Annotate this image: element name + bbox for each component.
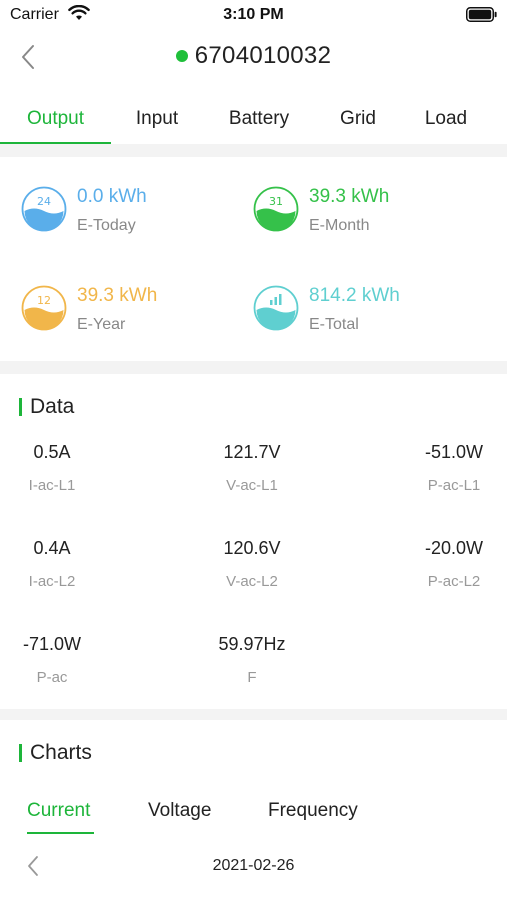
data-label: I-ac-L2 [28, 573, 76, 590]
calendar-month-icon: 31 [253, 186, 299, 232]
chart-tab-voltage[interactable]: Voltage [148, 800, 211, 822]
calendar-year-icon: 12 [21, 285, 67, 331]
data-cell-frequency: 59.97Hz F [197, 634, 307, 686]
active-chart-tab-indicator [27, 832, 94, 834]
section-accent-bar [19, 744, 22, 762]
svg-text:31: 31 [269, 195, 283, 208]
data-section-header: Data [19, 394, 74, 420]
charts-section-header: Charts [19, 740, 92, 766]
charts-section-title: Charts [30, 741, 92, 764]
data-cell-i-ac-l2: 0.4A I-ac-L2 [0, 538, 107, 590]
svg-text:24: 24 [37, 195, 51, 208]
data-value: -20.0W [424, 538, 484, 558]
tab-output[interactable]: Output [0, 96, 111, 144]
tab-load[interactable]: Load [404, 96, 488, 144]
energy-month-label: E-Month [309, 217, 370, 234]
online-status-dot [175, 50, 188, 62]
data-cell-i-ac-l1: 0.5A I-ac-L1 [0, 442, 107, 494]
energy-total: 814.2 kWh E-Total [253, 285, 473, 345]
energy-total-label: E-Total [309, 316, 359, 333]
section-divider [0, 144, 507, 157]
data-value: 120.6V [223, 538, 281, 558]
section-accent-bar [19, 398, 22, 416]
clock: 3:10 PM [223, 6, 284, 23]
data-cell-v-ac-l1: 121.7V V-ac-L1 [197, 442, 307, 494]
bar-chart-icon [253, 285, 299, 331]
data-value: 121.7V [223, 442, 281, 462]
data-label: V-ac-L2 [226, 573, 278, 590]
data-value: 0.5A [33, 442, 71, 462]
status-bar: Carrier 3:10 PM [0, 0, 507, 30]
energy-month: 31 39.3 kWh E-Month [253, 186, 473, 246]
chart-tab-frequency[interactable]: Frequency [268, 800, 358, 822]
section-divider [0, 709, 507, 720]
energy-month-value: 39.3 kWh [309, 186, 390, 207]
data-cell-p-ac-l1: -51.0W P-ac-L1 [399, 442, 507, 494]
energy-today-label: E-Today [77, 217, 136, 234]
chart-tab-current[interactable]: Current [27, 800, 90, 822]
battery-icon [466, 7, 497, 22]
tab-bar: Output Input Battery Grid Load [0, 96, 507, 144]
energy-today-value: 0.0 kWh [77, 186, 147, 207]
calendar-day-icon: 24 [21, 186, 67, 232]
energy-total-value: 814.2 kWh [309, 285, 400, 306]
energy-year: 12 39.3 kWh E-Year [21, 285, 241, 345]
section-divider [0, 361, 507, 374]
data-section-title: Data [30, 395, 75, 418]
data-cell-p-ac-l2: -20.0W P-ac-L2 [399, 538, 507, 590]
energy-year-value: 39.3 kWh [77, 285, 158, 306]
data-cell-p-ac: -71.0W P-ac [0, 634, 107, 686]
data-label: P-ac-L1 [427, 477, 481, 494]
data-label: V-ac-L1 [226, 477, 278, 494]
data-label: P-ac-L2 [427, 573, 481, 590]
device-title: 6704010032 [194, 42, 332, 69]
data-value: -51.0W [424, 442, 484, 462]
chart-date: 2021-02-26 [212, 857, 295, 874]
data-label: F [247, 669, 257, 686]
device-title-wrap: 6704010032 [0, 42, 507, 70]
data-label: P-ac [36, 669, 68, 686]
svg-text:12: 12 [37, 294, 51, 307]
header: 6704010032 [0, 30, 507, 86]
data-value: -71.0W [22, 634, 82, 654]
tab-grid[interactable]: Grid [318, 96, 398, 144]
energy-year-label: E-Year [77, 316, 126, 333]
data-cell-v-ac-l2: 120.6V V-ac-L2 [197, 538, 307, 590]
data-value: 0.4A [33, 538, 71, 558]
data-label: I-ac-L1 [28, 477, 76, 494]
tab-input[interactable]: Input [111, 96, 203, 144]
energy-today: 24 0.0 kWh E-Today [21, 186, 241, 246]
data-value: 59.97Hz [218, 634, 286, 654]
tab-battery[interactable]: Battery [209, 96, 309, 144]
